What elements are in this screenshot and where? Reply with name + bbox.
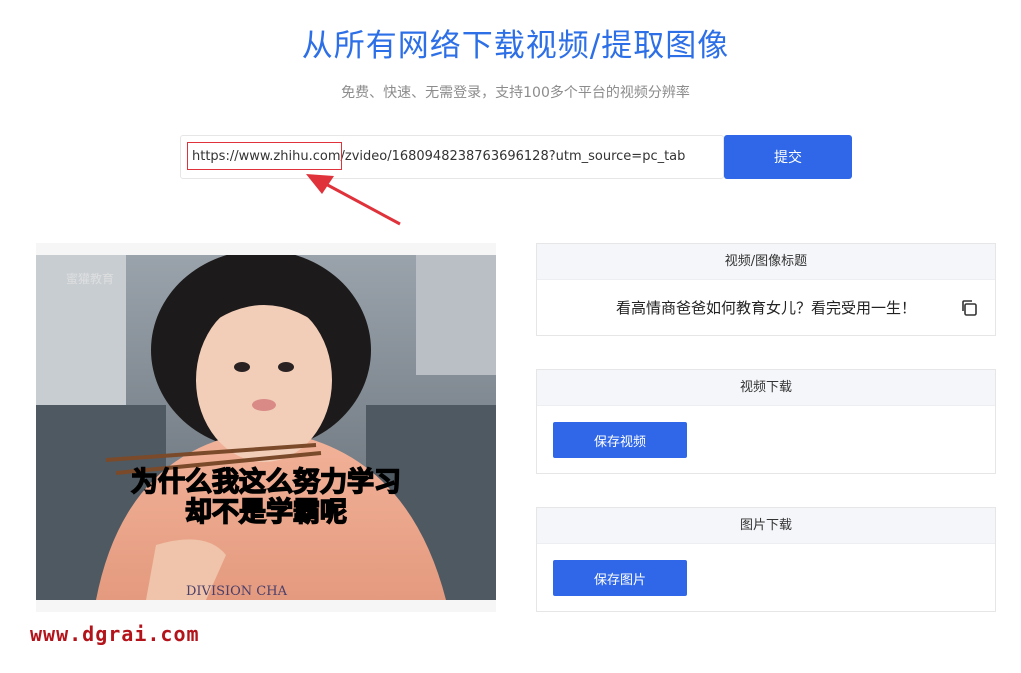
page-title: 从所有网络下载视频/提取图像 xyxy=(301,28,730,64)
page-subtitle: 免费、快速、无需登录，支持100多个平台的视频分辨率 xyxy=(341,85,690,101)
caption-line-1: 为什么我这么努力学习 xyxy=(131,466,401,498)
video-thumbnail: 为什么我这么努力学习 却不是学霸呢 蜜獾教育 DIVISION CHA xyxy=(36,255,496,600)
site-watermark: www.dgrai.com xyxy=(30,622,200,646)
save-video-button[interactable]: 保存视频 xyxy=(553,422,687,458)
title-panel-header: 视频/图像标题 xyxy=(537,244,995,280)
annotation-arrow-icon xyxy=(306,174,401,226)
title-panel: 视频/图像标题 看高情商爸爸如何教育女儿？看完受用一生！ xyxy=(536,243,996,336)
video-download-panel: 视频下载 保存视频 xyxy=(536,369,996,474)
caption-line-2: 却不是学霸呢 xyxy=(185,496,347,528)
save-image-button[interactable]: 保存图片 xyxy=(553,560,687,596)
corner-logo: 蜜獾教育 xyxy=(66,271,114,286)
copy-icon[interactable] xyxy=(959,298,979,318)
video-panel-header: 视频下载 xyxy=(537,370,995,406)
image-download-panel: 图片下载 保存图片 xyxy=(536,507,996,612)
domain-highlight-box xyxy=(187,142,342,170)
shirt-text: DIVISION CHA xyxy=(186,584,288,599)
submit-button[interactable]: 提交 xyxy=(724,135,852,179)
image-panel-header: 图片下载 xyxy=(537,508,995,544)
video-title: 看高情商爸爸如何教育女儿？看完受用一生！ xyxy=(615,299,916,317)
